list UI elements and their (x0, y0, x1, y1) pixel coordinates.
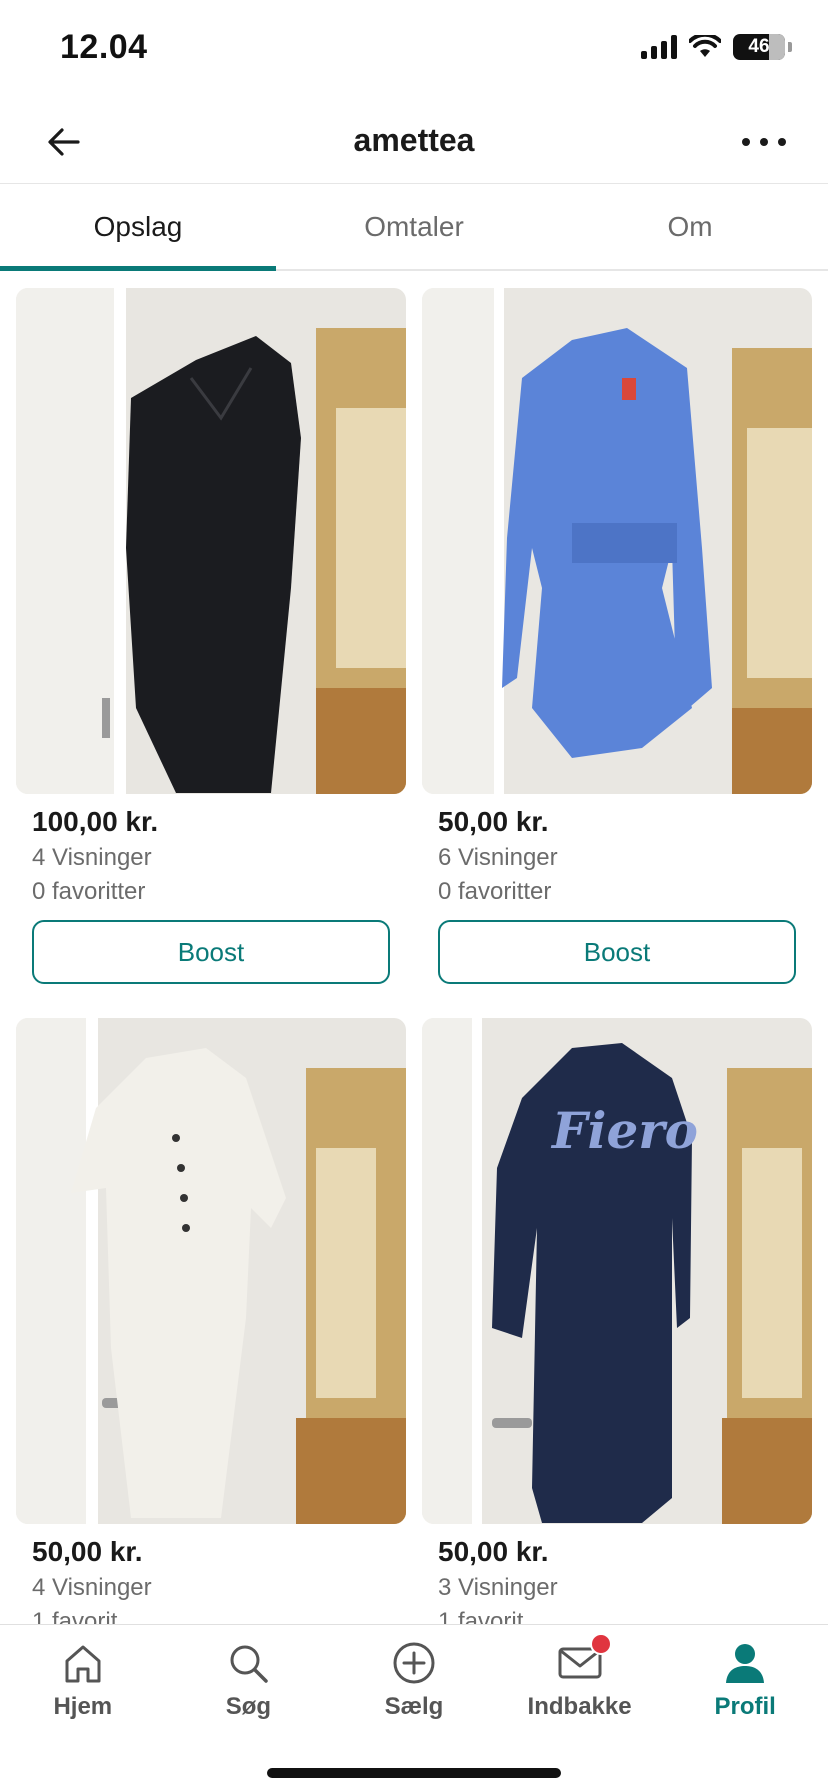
profile-icon (726, 1644, 765, 1683)
listing-card[interactable]: 50,00 kr. 4 Visninger 1 favorit (16, 1018, 406, 1636)
listing-price: 50,00 kr. (438, 1536, 549, 1567)
more-horizontal-icon (742, 138, 786, 146)
header: amettea (0, 100, 828, 184)
listing-views: 6 Visninger (438, 844, 558, 871)
listing-photo[interactable]: Fiero (422, 1018, 812, 1524)
nav-label: Søg (225, 1693, 272, 1720)
garment-print: Fiero (550, 1101, 698, 1160)
home-indicator (267, 1768, 561, 1778)
listing-grid: 100,00 kr. 4 Visninger 0 favoritter Boos… (16, 288, 812, 1636)
nav-label: Sælg (384, 1693, 444, 1720)
listing-photo[interactable] (422, 288, 812, 794)
status-bar: 12.04 46 (0, 0, 828, 100)
profile-tabs: Opslag Omtaler Om (0, 185, 828, 271)
listing-price: 50,00 kr. (32, 1536, 143, 1567)
boost-button[interactable]: Boost (438, 920, 796, 984)
home-icon (65, 1645, 101, 1683)
tab-omtaler[interactable]: Omtaler (276, 185, 552, 269)
mail-icon-wrap (556, 1633, 612, 1687)
listing-views: 4 Visninger (32, 1574, 152, 1601)
battery-icon: 46 (733, 34, 785, 60)
listing-views: 3 Visninger (438, 1574, 558, 1601)
nav-item-indbakke[interactable]: Indbakke (497, 1625, 663, 1737)
wifi-icon (689, 35, 721, 57)
listing-favorites: 0 favoritter (32, 878, 146, 905)
tab-opslag[interactable]: Opslag (0, 185, 276, 271)
nav-item-hjem[interactable]: Hjem (0, 1625, 166, 1737)
listing-photo[interactable] (16, 288, 406, 794)
nav-label: Profil (714, 1693, 776, 1720)
status-time: 12.04 (60, 28, 148, 66)
listing-card[interactable]: Fiero 50,00 kr. 3 Visninger 1 favorit (422, 1018, 812, 1636)
nav-item-saelg[interactable]: Sælg (331, 1625, 497, 1737)
listing-favorites: 0 favoritter (438, 878, 552, 905)
search-icon (230, 1645, 269, 1683)
listing-card[interactable]: 50,00 kr. 6 Visninger 0 favoritter Boost (422, 288, 812, 984)
nav-label: Indbakke (527, 1693, 632, 1720)
listing-price: 50,00 kr. (438, 806, 549, 837)
listing-photo[interactable] (16, 1018, 406, 1524)
battery-level: 46 (748, 36, 770, 57)
nav-label: Hjem (53, 1693, 113, 1720)
cellular-signal-icon (641, 35, 677, 59)
status-icons: 46 (641, 34, 792, 60)
nav-item-soeg[interactable]: Søg (166, 1625, 332, 1737)
listing-price: 100,00 kr. (32, 806, 159, 837)
boost-button[interactable]: Boost (32, 920, 390, 984)
listing-card[interactable]: 100,00 kr. 4 Visninger 0 favoritter Boos… (16, 288, 406, 984)
bottom-navigation: Hjem Søg Sælg Indbakke Profil (0, 1624, 828, 1792)
nav-item-profil[interactable]: Profil (662, 1625, 828, 1737)
plus-circle-icon (393, 1642, 435, 1684)
more-options-button[interactable] (736, 120, 792, 164)
page-title: amettea (353, 122, 475, 158)
listing-views: 4 Visninger (32, 844, 152, 871)
tab-om[interactable]: Om (552, 185, 828, 269)
notification-badge (589, 1633, 612, 1655)
